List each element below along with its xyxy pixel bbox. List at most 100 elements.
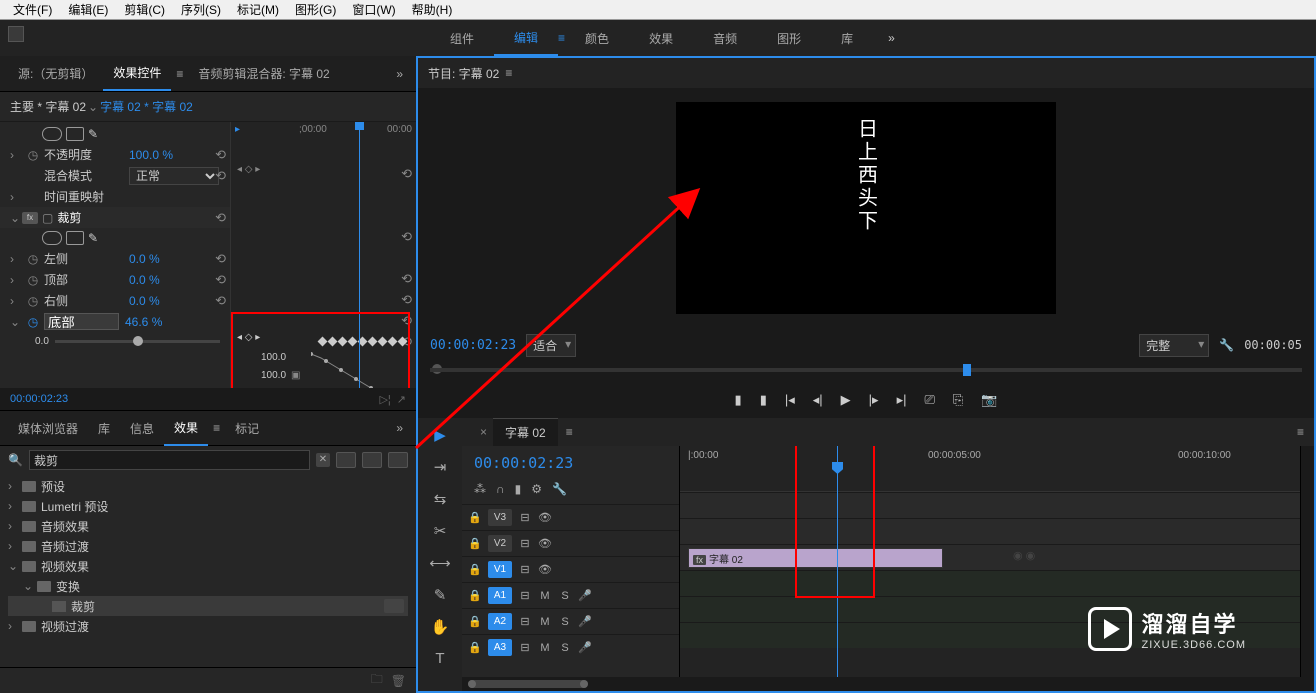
stopwatch-icon[interactable]: ◷ xyxy=(26,148,40,162)
lock-icon[interactable]: 🔒 xyxy=(468,537,482,550)
track-v1[interactable]: fx字幕 02 ◉ ◉ xyxy=(680,544,1300,570)
chevron-down-icon[interactable]: ⌄ xyxy=(86,100,100,114)
toggle-icon[interactable]: › xyxy=(10,252,22,266)
program-timecode[interactable]: 00:00:02:23 xyxy=(430,338,516,353)
tab-effects-menu-icon[interactable]: ≡ xyxy=(208,421,225,435)
toggle-icon[interactable]: › xyxy=(10,294,22,308)
stopwatch-icon[interactable]: ◷ xyxy=(26,273,40,287)
tab-source[interactable]: 源:（无剪辑） xyxy=(8,57,103,90)
tree-audio-fx[interactable]: ›音频效果 xyxy=(8,516,408,536)
ec-crumb-clip[interactable]: 字幕 02 * 字幕 02 xyxy=(100,98,193,115)
pen-tool-icon[interactable]: ✎ xyxy=(434,586,447,604)
program-fit-select[interactable]: 适合 xyxy=(526,334,576,357)
ws-tab-assembly[interactable]: 组件 xyxy=(430,22,494,55)
lock-icon[interactable]: 🔒 xyxy=(468,589,482,602)
timeline-ruler[interactable]: |:00:00 00:00:05:00 00:00:10:00 xyxy=(680,446,1300,492)
lock-icon[interactable]: 🔒 xyxy=(468,615,482,628)
slip-tool-icon[interactable]: ⟷ xyxy=(429,554,451,572)
marker-icon[interactable]: ▮ xyxy=(515,482,522,496)
menu-graphics[interactable]: 图形(G) xyxy=(287,1,344,18)
razor-tool-icon[interactable]: ✂ xyxy=(434,522,447,540)
ws-tab-libraries[interactable]: 库 xyxy=(821,22,873,55)
toggle-icon[interactable]: › xyxy=(10,273,22,287)
mark-in-icon[interactable]: ▮ xyxy=(735,392,742,408)
mute-icon[interactable]: M xyxy=(538,642,552,654)
value-left[interactable]: 0.0 % xyxy=(129,252,160,266)
solo-icon[interactable]: S xyxy=(558,590,572,602)
timeline-timecode[interactable]: 00:00:02:23 xyxy=(462,446,679,480)
track-badge-a2[interactable]: A2 xyxy=(488,613,512,630)
ec-loop-icon[interactable]: ▷¦ xyxy=(379,393,390,406)
tree-presets[interactable]: ›预设 xyxy=(8,476,408,496)
tab-effect-controls[interactable]: 效果控件 xyxy=(103,56,171,91)
timeline-tab-menu-icon[interactable]: ≡ xyxy=(558,420,581,444)
stopwatch-icon[interactable]: ◷ xyxy=(26,252,40,266)
clear-search-icon[interactable]: ✕ xyxy=(316,453,330,467)
home-icon[interactable] xyxy=(8,26,24,42)
toggle-icon[interactable]: ⌄ xyxy=(10,315,22,329)
program-menu-icon[interactable]: ≡ xyxy=(499,66,518,80)
track-badge-v2[interactable]: V2 xyxy=(488,535,512,552)
bottom-slider[interactable]: 0.0 xyxy=(0,332,230,351)
blend-mode-select[interactable]: 正常 xyxy=(129,167,219,185)
ripple-tool-icon[interactable]: ⇆ xyxy=(434,490,447,508)
browser-tabs-more-icon[interactable]: » xyxy=(391,421,408,435)
kf-row-bottom[interactable]: ◂ ◇ ▸ ⟲ xyxy=(231,331,416,352)
tree-lumetri[interactable]: ›Lumetri 预设 xyxy=(8,496,408,516)
filter-chip-1[interactable] xyxy=(336,452,356,468)
menu-help[interactable]: 帮助(H) xyxy=(404,1,461,18)
stopwatch-icon[interactable]: ◷ xyxy=(26,294,40,308)
menu-sequence[interactable]: 序列(S) xyxy=(173,1,229,18)
reset-icon[interactable]: ⟲ xyxy=(401,313,412,329)
slider-knob[interactable] xyxy=(133,336,143,346)
eye-icon[interactable]: 👁 xyxy=(538,537,552,550)
ws-tab-menu-icon[interactable]: ≡ xyxy=(558,31,565,45)
sync-lock-icon[interactable]: ⊟ xyxy=(518,615,532,628)
reset-icon[interactable]: ⟲ xyxy=(215,168,226,184)
value-top[interactable]: 0.0 % xyxy=(129,273,160,287)
settings-icon[interactable]: ⚙ xyxy=(531,482,542,496)
go-to-out-icon[interactable]: ▸| xyxy=(897,392,907,408)
clip-subtitle[interactable]: fx字幕 02 xyxy=(688,548,943,568)
snap-icon[interactable]: ⁂ xyxy=(474,482,486,496)
sync-lock-icon[interactable]: ⊟ xyxy=(518,537,532,550)
selection-tool-icon[interactable]: ▶ xyxy=(434,426,446,444)
ec-playhead[interactable] xyxy=(359,122,360,388)
tree-transform[interactable]: ⌄变换 xyxy=(8,576,408,596)
reset-icon[interactable]: ⟲ xyxy=(215,147,226,163)
track-v3[interactable] xyxy=(680,492,1300,518)
timeline-panel-menu-icon[interactable]: ≡ xyxy=(1287,420,1314,444)
eye-icon[interactable]: 👁 xyxy=(538,511,552,524)
value-bottom[interactable]: 46.6 % xyxy=(125,315,162,329)
timeline-playhead[interactable] xyxy=(837,446,838,677)
toggle-icon[interactable]: › xyxy=(10,148,22,162)
ws-more-icon[interactable]: » xyxy=(873,23,910,53)
toggle-icon[interactable]: ⌄ xyxy=(10,211,22,225)
track-a1[interactable] xyxy=(680,570,1300,596)
track-badge-v3[interactable]: V3 xyxy=(488,509,512,526)
tree-audio-trans[interactable]: ›音频过渡 xyxy=(8,536,408,556)
voice-icon[interactable]: 🎤 xyxy=(578,589,592,602)
rect-mask-icon[interactable] xyxy=(66,231,84,245)
reset-icon[interactable]: ⟲ xyxy=(401,292,412,308)
slider-track[interactable] xyxy=(55,340,220,343)
go-to-in-icon[interactable]: |◂ xyxy=(785,392,795,408)
timeline-tab-close-icon[interactable]: × xyxy=(474,420,493,444)
tree-video-trans[interactable]: ›视频过渡 xyxy=(8,616,408,636)
step-forward-icon[interactable]: |▸ xyxy=(869,392,879,408)
tab-info[interactable]: 信息 xyxy=(120,412,164,445)
timeline-vscroll[interactable] xyxy=(1300,446,1314,677)
tab-audio-mixer[interactable]: 音频剪辑混合器: 字幕 02 xyxy=(188,57,339,90)
ws-tab-color[interactable]: 颜色 xyxy=(565,22,629,55)
menu-marker[interactable]: 标记(M) xyxy=(229,1,287,18)
reset-icon[interactable]: ⟲ xyxy=(401,271,412,287)
tree-crop-effect[interactable]: 裁剪 xyxy=(8,596,408,616)
mute-icon[interactable]: M xyxy=(538,590,552,602)
export-frame-icon[interactable]: 📷 xyxy=(981,392,997,408)
value-right[interactable]: 0.0 % xyxy=(129,294,160,308)
hand-tool-icon[interactable]: ✋ xyxy=(431,618,450,636)
timeline-hscroll[interactable] xyxy=(462,677,1314,691)
new-bin-icon[interactable]: 🗀 xyxy=(371,670,383,691)
ws-tab-graphics[interactable]: 图形 xyxy=(757,22,821,55)
timeline-tab-sequence[interactable]: 字幕 02 xyxy=(493,418,558,446)
